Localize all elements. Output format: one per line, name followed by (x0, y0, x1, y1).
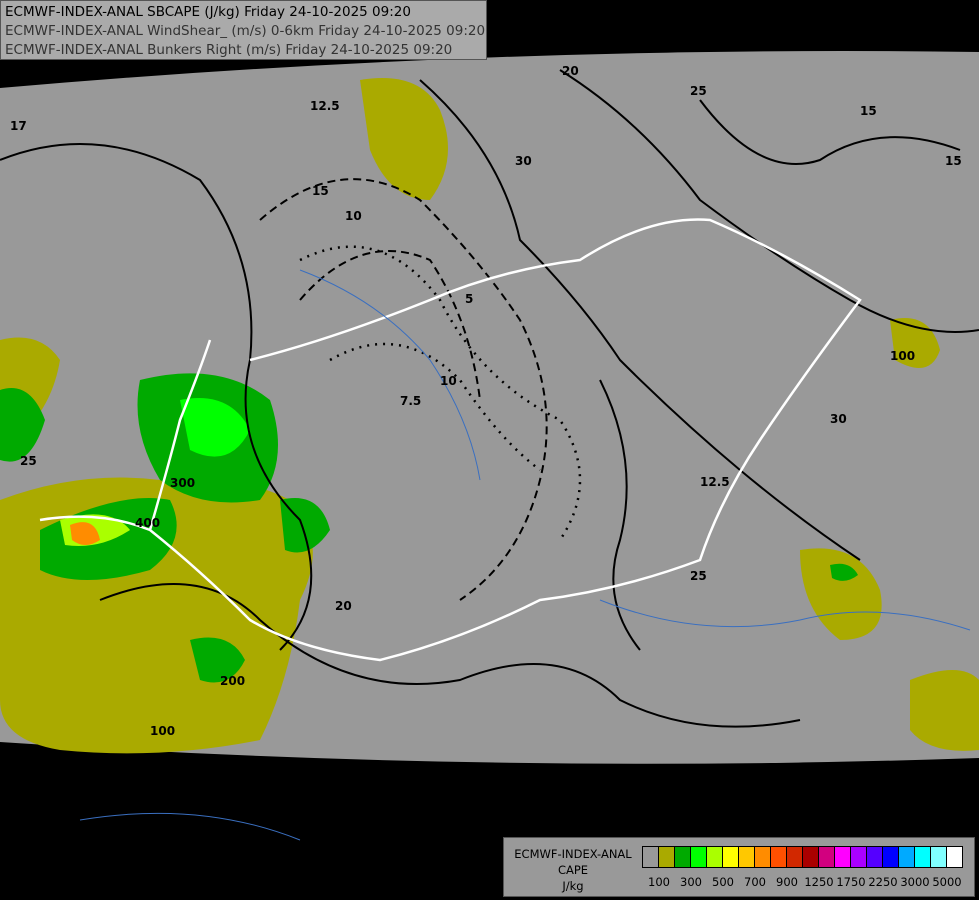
legend-color-scale (642, 846, 963, 868)
legend-swatch (835, 847, 851, 867)
map-title-box: ECMWF-INDEX-ANAL SBCAPE (J/kg) Friday 24… (0, 0, 487, 60)
legend-swatch (675, 847, 691, 867)
contour-label: 25 (20, 454, 37, 468)
legend-tick-label: 3000 (900, 875, 930, 889)
contour-label: 20 (562, 64, 579, 78)
contour-label: 20 (335, 599, 352, 613)
title-windshear: ECMWF-INDEX-ANAL WindShear_ (m/s) 0-6km … (5, 23, 486, 39)
title-sbcape: ECMWF-INDEX-ANAL SBCAPE (J/kg) Friday 24… (5, 4, 411, 20)
contour-label: 15 (312, 184, 329, 198)
contour-label: 200 (220, 674, 245, 688)
contour-label: 100 (150, 724, 175, 738)
legend-swatch (851, 847, 867, 867)
title-bunkers-right: ECMWF-INDEX-ANAL Bunkers Right (m/s) Fri… (5, 42, 453, 58)
contour-label: 25 (690, 84, 707, 98)
legend-tick-label: 1750 (836, 875, 866, 889)
legend-swatch (931, 847, 947, 867)
legend-swatch (915, 847, 931, 867)
legend-swatch (707, 847, 723, 867)
contour-label: 10 (440, 374, 457, 388)
legend-tick-label: 500 (712, 875, 734, 889)
legend-tick-label: 1250 (804, 875, 834, 889)
contour-label: 100 (890, 349, 915, 363)
contour-label: 300 (170, 476, 195, 490)
contour-label: 5 (465, 292, 473, 306)
legend-tick-label: 2250 (868, 875, 898, 889)
legend-unit: J/kg (562, 879, 584, 893)
contour-label: 15 (945, 154, 962, 168)
contour-label: 12.5 (700, 475, 730, 489)
contour-label: 30 (515, 154, 532, 168)
legend-tick-label: 900 (776, 875, 798, 889)
legend-swatch (739, 847, 755, 867)
legend-swatch (723, 847, 739, 867)
contour-label: 10 (345, 209, 362, 223)
legend-swatch (659, 847, 675, 867)
legend-tick-label: 5000 (932, 875, 962, 889)
legend-swatch (803, 847, 819, 867)
contour-label: 30 (830, 412, 847, 426)
cape-legend: ECMWF-INDEX-ANAL CAPE J/kg 100 300 500 700 9… (503, 837, 975, 897)
legend-swatch (899, 847, 915, 867)
legend-tick-label: 700 (744, 875, 766, 889)
legend-tick-label: 100 (648, 875, 670, 889)
legend-swatch (867, 847, 883, 867)
legend-swatch (819, 847, 835, 867)
legend-swatch (787, 847, 803, 867)
legend-tick-label: 300 (680, 875, 702, 889)
weather-map: 10 15 12.5 20 25 30 30 12.5 5 10 7.5 20 … (0, 0, 979, 900)
legend-swatch (755, 847, 771, 867)
legend-swatch (643, 847, 659, 867)
contour-label: 400 (135, 516, 160, 530)
legend-title: ECMWF-INDEX-ANAL CAPE J/kg (508, 846, 638, 894)
legend-swatch (771, 847, 787, 867)
legend-swatch (883, 847, 899, 867)
contour-label: 7.5 (400, 394, 421, 408)
legend-swatch (691, 847, 707, 867)
contour-label: 12.5 (310, 99, 340, 113)
contour-label: 25 (690, 569, 707, 583)
contour-label: 15 (860, 104, 877, 118)
contour-label: 17 (10, 119, 27, 133)
legend-variable: CAPE (557, 863, 589, 877)
legend-swatch (947, 847, 962, 867)
legend-model: ECMWF-INDEX-ANAL (514, 847, 632, 861)
